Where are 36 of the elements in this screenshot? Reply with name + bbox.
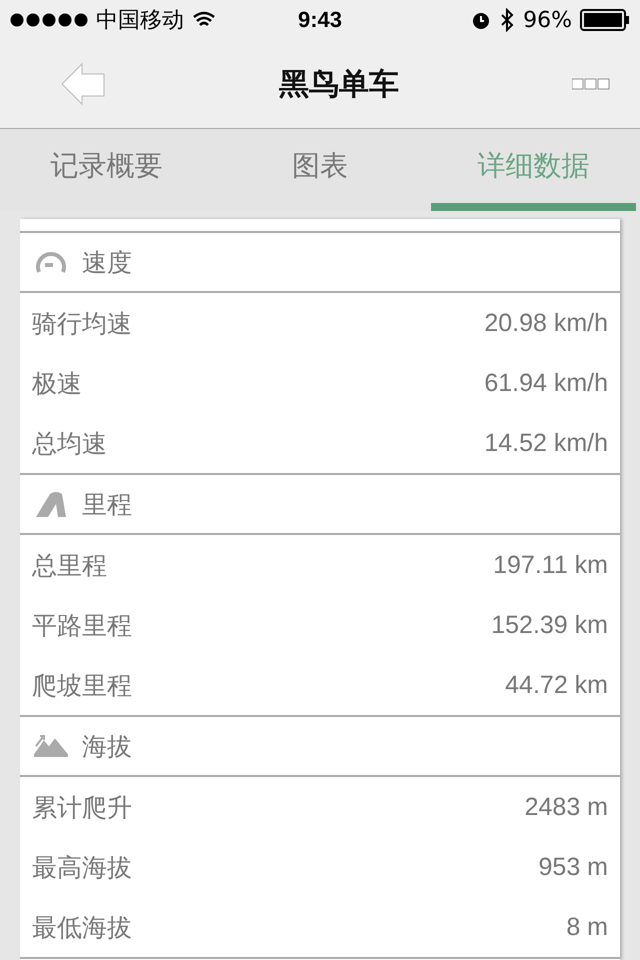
row-label: 平路里程 [32, 610, 132, 642]
row-label: 总均速 [32, 428, 107, 460]
status-time: 9:43 [298, 7, 342, 33]
carrier-name: 中国移动 [96, 7, 184, 35]
mountain-icon [34, 732, 68, 760]
tab[interactable]: 记录概要 [4, 129, 210, 211]
row-value: 197.11 km [493, 550, 608, 580]
row-value: 8 m [566, 912, 608, 942]
row-label: 总里程 [32, 550, 107, 582]
signal-icon [10, 13, 88, 27]
bluetooth-icon [499, 8, 516, 32]
row-value: 44.72 km [505, 670, 608, 700]
more-icon[interactable] [572, 78, 610, 90]
row-value: 14.52 km/h [484, 428, 608, 458]
row-value: 61.94 km/h [484, 368, 608, 398]
section-title: 里程 [82, 488, 132, 520]
row-value: 152.39 km [491, 610, 608, 640]
screen-title: 黑鸟单车 [279, 66, 399, 104]
row-label: 最低海拔 [32, 912, 132, 944]
row-label: 爬坡里程 [32, 670, 132, 702]
row-value: 2483 m [524, 792, 608, 822]
alarm-clock-icon [471, 10, 492, 30]
row-value: 953 m [538, 852, 608, 882]
row-label: 极速 [32, 368, 82, 400]
row-label: 最高海拔 [32, 852, 132, 884]
tab[interactable]: 图表 [217, 129, 423, 211]
section-title: 海拔 [82, 730, 132, 762]
battery-percent: 96% [523, 8, 572, 32]
section-title: 速度 [82, 246, 132, 278]
row-value: 20.98 km/h [484, 308, 608, 338]
battery-icon [580, 9, 630, 31]
road-icon [34, 490, 68, 518]
row-label: 累计爬升 [32, 792, 132, 824]
back-arrow-icon[interactable] [60, 62, 106, 106]
tab[interactable]: 详细数据 [430, 129, 636, 211]
row-label: 骑行均速 [32, 308, 132, 340]
